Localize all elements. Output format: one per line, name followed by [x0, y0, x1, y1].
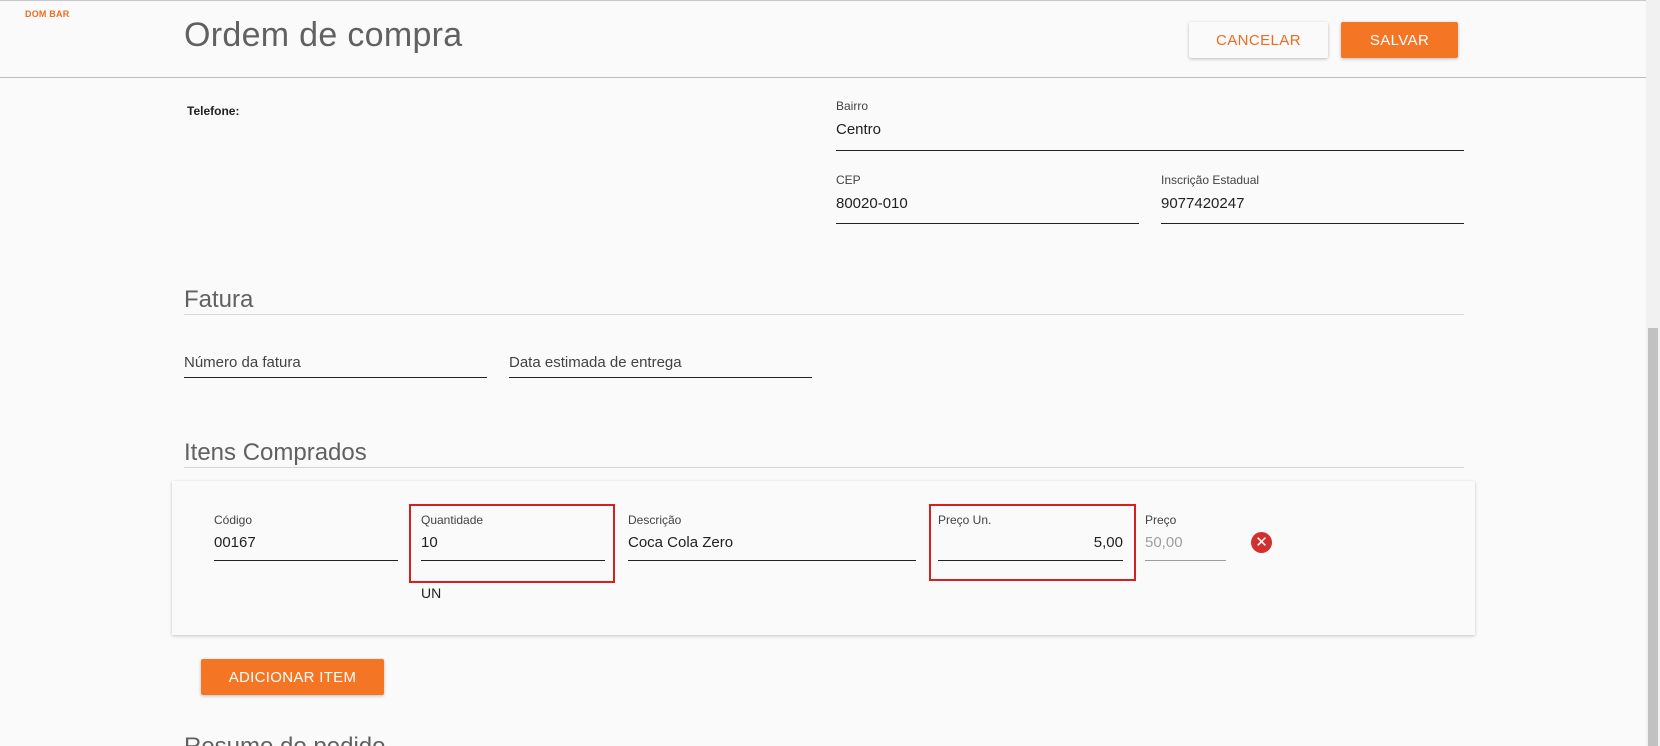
top-border [0, 0, 1646, 1]
inscricao-estadual-field[interactable]: Inscrição Estadual 9077420247 [1161, 173, 1464, 224]
inscricao-estadual-label: Inscrição Estadual [1161, 173, 1260, 187]
unidade-text: UN [421, 585, 442, 601]
remove-item-icon[interactable]: ✕ [1251, 532, 1272, 553]
resumo-section-title: Resumo do pedido [184, 732, 385, 746]
fatura-divider [184, 314, 1464, 315]
preco-un-field[interactable]: Preço Un. 5,00 [938, 513, 1123, 561]
codigo-label: Código [214, 513, 253, 527]
cep-label: CEP [836, 173, 861, 187]
numero-fatura-input[interactable]: Número da fatura [184, 352, 487, 378]
brand-logo[interactable]: DOM BAR [25, 9, 69, 19]
cep-value[interactable]: 80020-010 [836, 195, 908, 212]
descricao-value[interactable]: Coca Cola Zero [628, 534, 733, 551]
bairro-field[interactable]: Bairro Centro [836, 99, 1464, 151]
preco-un-value[interactable]: 5,00 [1094, 534, 1123, 551]
itens-divider [184, 467, 1464, 468]
descricao-label: Descrição [628, 513, 682, 527]
cep-field[interactable]: CEP 80020-010 [836, 173, 1139, 224]
telefone-label: Telefone: [187, 104, 240, 118]
descricao-field[interactable]: Descrição Coca Cola Zero [628, 513, 916, 561]
preco-un-label: Preço Un. [938, 513, 992, 527]
quantidade-label: Quantidade [421, 513, 484, 527]
itens-section-title: Itens Comprados [184, 439, 367, 466]
bairro-label: Bairro [836, 99, 869, 113]
preco-value: 50,00 [1145, 534, 1183, 551]
quantidade-value[interactable]: 10 [421, 534, 438, 551]
cancel-button[interactable]: CANCELAR [1189, 22, 1328, 58]
codigo-value[interactable]: 00167 [214, 534, 256, 551]
fatura-section-title: Fatura [184, 286, 254, 313]
preco-field: Preço 50,00 [1145, 513, 1226, 561]
data-entrega-placeholder: Data estimada de entrega [509, 354, 682, 371]
preco-label: Preço [1145, 513, 1177, 527]
quantidade-field[interactable]: Quantidade 10 [421, 513, 605, 561]
bairro-value[interactable]: Centro [836, 121, 881, 138]
inscricao-estadual-value[interactable]: 9077420247 [1161, 195, 1244, 212]
codigo-field[interactable]: Código 00167 [214, 513, 398, 561]
numero-fatura-placeholder: Número da fatura [184, 354, 301, 371]
data-entrega-input[interactable]: Data estimada de entrega [509, 352, 812, 378]
scrollbar-thumb[interactable] [1648, 328, 1658, 746]
page-title: Ordem de compra [184, 16, 463, 54]
add-item-button[interactable]: ADICIONAR ITEM [201, 659, 384, 695]
save-button[interactable]: SALVAR [1341, 22, 1458, 58]
